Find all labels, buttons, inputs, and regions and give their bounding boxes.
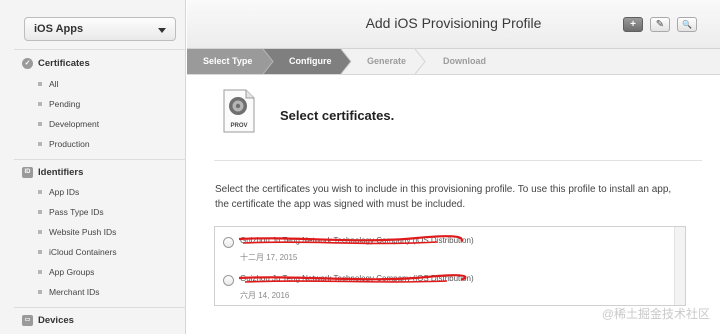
sidebar-section-label: Certificates [38,58,90,69]
provisioning-profile-icon: PROV [223,89,255,133]
step-download: Download [443,56,486,66]
search-icon: 🔍 [682,20,692,29]
certificate-date: 十二月 17, 2015 [240,253,298,262]
content-divider [214,160,702,161]
section-heading: Select certificates. [280,108,395,123]
bullet-icon [38,270,42,274]
edit-button[interactable]: ✎ [650,17,670,32]
bullet-icon [38,82,42,86]
app-type-label: iOS Apps [34,23,84,35]
certificate-radio[interactable] [223,275,234,286]
pencil-icon: ✎ [655,19,665,30]
search-button[interactable]: 🔍 [677,17,697,32]
bullet-icon [38,290,42,294]
sidebar: iOS Apps ✓ Certificates All Pending Deve… [0,0,186,334]
list-scrollbar[interactable] [674,227,685,305]
device-icon: ▭ [22,315,33,326]
prov-label: PROV [230,123,247,129]
redaction-scribble [238,235,464,245]
add-button[interactable]: + [623,17,643,32]
redaction-scribble [238,274,467,283]
sidebar-section-label: Devices [38,315,74,326]
instructions-text: Select the certificates you wish to incl… [215,184,672,210]
bullet-icon [38,122,42,126]
watermark: @稀土掘金技术社区 [601,307,710,321]
app-type-select[interactable]: iOS Apps [24,17,176,41]
certificate-radio[interactable] [223,237,234,248]
id-icon: ID [22,167,33,178]
bullet-icon [38,210,42,214]
bullet-icon [38,230,42,234]
chevron-down-icon [158,28,166,33]
header-bar: Add iOS Provisioning Profile + ✎ 🔍 [187,0,720,49]
step-generate: Generate [367,56,407,66]
certificate-list[interactable]: Guizhou Ju Teng Network Technology Compa… [214,226,686,306]
certificate-icon: ✓ [22,58,33,69]
bullet-icon [38,190,42,194]
bullet-icon [38,102,42,106]
sidebar-divider [14,159,186,160]
step-configure: Configure [289,56,332,66]
step-select-type: Select Type [203,56,253,66]
sidebar-section-label: Identifiers [38,167,84,178]
bullet-icon [38,142,42,146]
sidebar-divider [14,49,186,50]
step-breadcrumb: Select Type Configure Generate Download [187,49,720,75]
bullet-icon [38,250,42,254]
certificate-date: 六月 14, 2016 [240,291,290,300]
sidebar-divider [14,307,186,308]
